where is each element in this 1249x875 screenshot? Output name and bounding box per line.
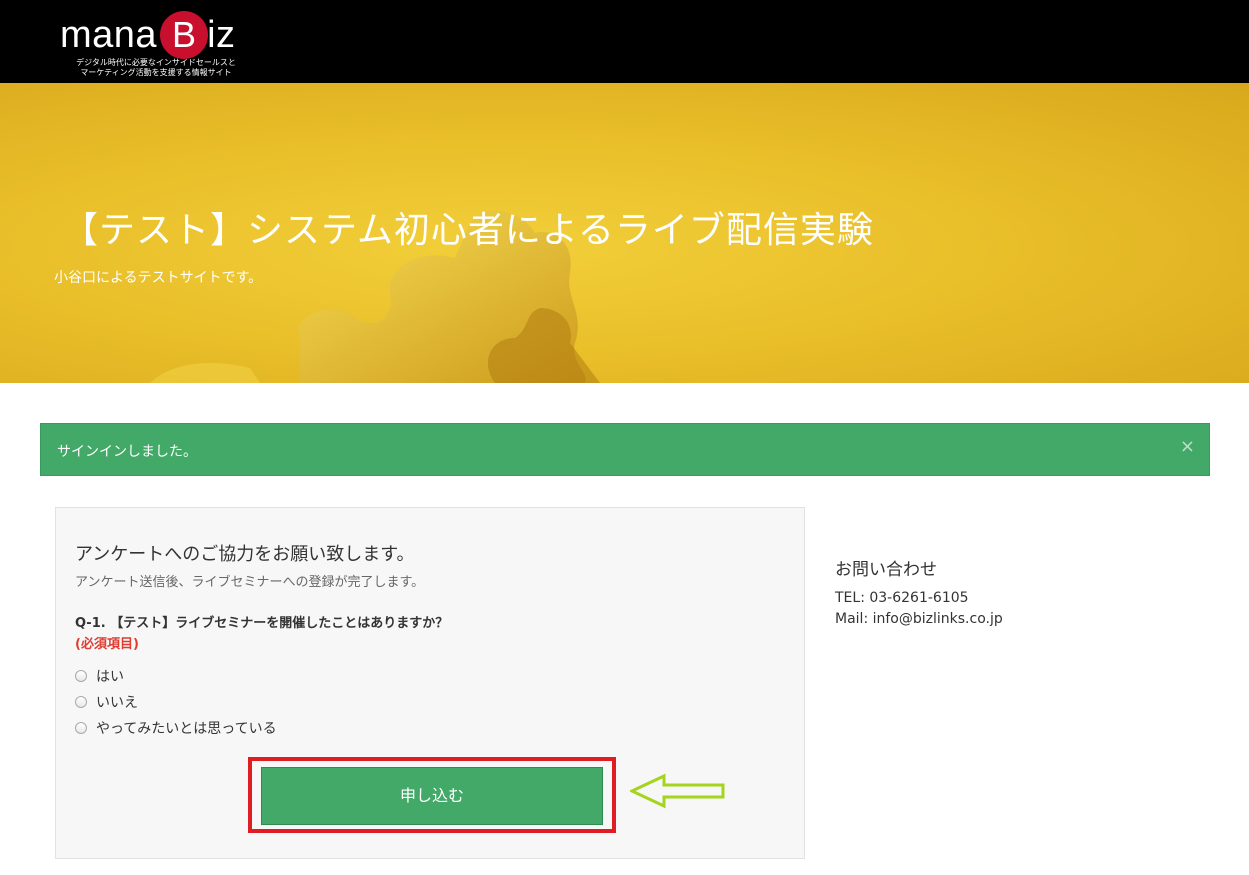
survey-description: アンケート送信後、ライブセミナーへの登録が完了します。 bbox=[75, 575, 425, 590]
logo-tagline: デジタル時代に必要なインサイドセールスと マーケティング活動を支援する情報サイト bbox=[66, 58, 246, 78]
logo-tagline-line1: デジタル時代に必要なインサイドセールスと bbox=[76, 58, 236, 67]
survey-title: アンケートへのご協力をお願い致します。 bbox=[75, 544, 415, 565]
radio-button[interactable] bbox=[75, 670, 87, 682]
option-want-to-try[interactable]: やってみたいとは思っている bbox=[75, 715, 277, 741]
radio-button[interactable] bbox=[75, 696, 87, 708]
submit-highlight-box: 申し込む bbox=[248, 757, 616, 833]
answer-options: はい いいえ やってみたいとは思っている bbox=[75, 663, 277, 741]
logo-wordmark: mana B iz bbox=[60, 10, 236, 60]
logo-tagline-line2: マーケティング活動を支援する情報サイト bbox=[80, 68, 232, 77]
close-icon[interactable]: × bbox=[1180, 437, 1195, 457]
logo-badge: B bbox=[160, 11, 209, 59]
radio-button[interactable] bbox=[75, 722, 87, 734]
top-header: mana B iz デジタル時代に必要なインサイドセールスと マーケティング活動… bbox=[0, 0, 1249, 83]
option-no[interactable]: いいえ bbox=[75, 689, 277, 715]
contact-phone: TEL: 03-6261-6105 bbox=[835, 590, 969, 606]
question-label: Q-1. 【テスト】ライブセミナーを開催したことはありますか？ bbox=[75, 616, 449, 631]
page-subtitle: 小谷口によるテストサイトです。 bbox=[54, 270, 263, 286]
page-title: 【テスト】システム初心者によるライブ配信実験 bbox=[62, 210, 874, 251]
manabiz-logo[interactable]: mana B iz デジタル時代に必要なインサイドセールスと マーケティング活動… bbox=[60, 4, 260, 79]
signin-success-alert: サインインしました。 × bbox=[40, 423, 1210, 476]
option-yes[interactable]: はい bbox=[75, 663, 277, 689]
contact-heading: お問い合わせ bbox=[835, 560, 937, 580]
option-label: やってみたいとは思っている bbox=[96, 721, 277, 737]
alert-message: サインインしました。 bbox=[57, 444, 197, 460]
required-label: (必須項目) bbox=[75, 637, 139, 652]
contact-email[interactable]: Mail: info@bizlinks.co.jp bbox=[835, 611, 1003, 627]
submit-button[interactable]: 申し込む bbox=[261, 767, 603, 825]
hero-banner: 【テスト】システム初心者によるライブ配信実験 小谷口によるテストサイトです。 bbox=[0, 83, 1249, 383]
option-label: はい bbox=[96, 669, 124, 685]
logo-text-suffix: iz bbox=[207, 14, 236, 56]
left-arrow-icon bbox=[630, 773, 725, 809]
logo-text-prefix: mana bbox=[60, 14, 158, 56]
option-label: いいえ bbox=[96, 695, 138, 711]
